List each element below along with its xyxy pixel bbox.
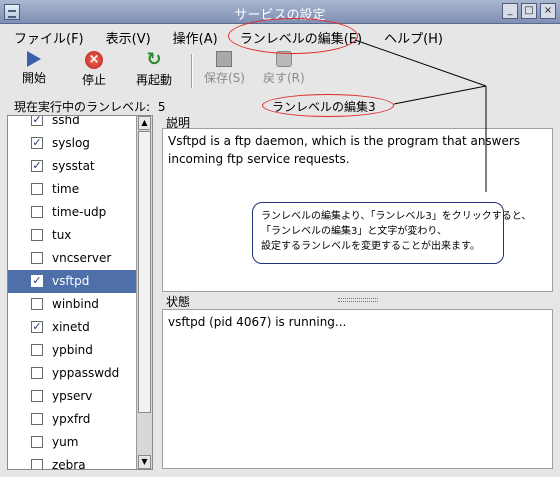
restart-icon: ↻	[146, 49, 162, 70]
service-checkbox[interactable]	[31, 252, 43, 264]
service-row[interactable]: tux	[8, 224, 136, 247]
service-name: time	[52, 182, 80, 196]
service-row[interactable]: time-udp	[8, 201, 136, 224]
service-checkbox[interactable]: ✓	[31, 321, 43, 333]
annotation-line-3: 設定するランレベルを変更することが出来ます。	[261, 241, 480, 252]
service-name: zebra	[52, 458, 86, 470]
annotation-oval-menu	[228, 18, 358, 54]
service-checkbox[interactable]: ✓	[31, 275, 43, 287]
maximize-button[interactable]: □	[521, 3, 537, 19]
service-checkbox[interactable]	[31, 298, 43, 310]
revert-label: 戻す(R)	[263, 71, 305, 85]
service-checkbox[interactable]: ✓	[31, 160, 43, 172]
service-name: sshd	[52, 115, 80, 127]
service-list-scrollbar[interactable]: ▲ ▼	[136, 116, 152, 469]
stop-icon: ×	[85, 51, 103, 69]
service-list: ✓ sshd ✓ syslog ✓ sysstat time time-udp tux vncse…	[7, 115, 153, 470]
service-checkbox[interactable]: ✓	[31, 137, 43, 149]
description-text: Vsftpd is a ftp daemon, which is the pro…	[168, 134, 521, 166]
stop-button[interactable]: × 停止	[82, 51, 106, 88]
scroll-down-icon[interactable]: ▼	[138, 455, 151, 469]
service-name: vncserver	[52, 251, 112, 265]
service-row[interactable]: zebra	[8, 454, 136, 470]
service-checkbox[interactable]	[31, 436, 43, 448]
minimize-button[interactable]: _	[502, 3, 518, 19]
service-name: ypxfrd	[52, 412, 91, 426]
service-name: vsftpd	[52, 274, 90, 288]
window-controls: _ □ ×	[502, 3, 556, 19]
service-row[interactable]: yppasswdd	[8, 362, 136, 385]
service-row[interactable]: ypserv	[8, 385, 136, 408]
state-label: 状態	[166, 295, 191, 309]
state-text: vsftpd (pid 4067) is running...	[168, 315, 347, 329]
service-row[interactable]: vncserver	[8, 247, 136, 270]
menu-file[interactable]: ファイル(F)	[0, 25, 92, 47]
start-button[interactable]: 開始	[22, 51, 46, 86]
service-checkbox[interactable]	[31, 206, 43, 218]
service-name: winbind	[52, 297, 99, 311]
pane-divider[interactable]	[338, 298, 378, 302]
service-row[interactable]: ✓ sysstat	[8, 155, 136, 178]
service-name: xinetd	[52, 320, 90, 334]
service-checkbox[interactable]	[31, 459, 43, 469]
menu-view[interactable]: 表示(V)	[92, 25, 159, 47]
service-row[interactable]: time	[8, 178, 136, 201]
service-row[interactable]: yum	[8, 431, 136, 454]
service-name: yppasswdd	[52, 366, 120, 380]
service-row[interactable]: ✓ vsftpd	[8, 270, 136, 293]
service-checkbox[interactable]	[31, 413, 43, 425]
service-row[interactable]: winbind	[8, 293, 136, 316]
service-row[interactable]: ✓ xinetd	[8, 316, 136, 339]
annotation-line-2: 「ランレベルの編集3」と文字が変わり、	[261, 226, 447, 237]
service-list-items: ✓ sshd ✓ syslog ✓ sysstat time time-udp tux vncse…	[8, 115, 136, 470]
toolbar-separator	[191, 54, 193, 88]
close-button[interactable]: ×	[540, 3, 556, 19]
menu-action[interactable]: 操作(A)	[159, 25, 226, 47]
service-name: syslog	[52, 136, 90, 150]
service-checkbox[interactable]	[31, 390, 43, 402]
service-name: ypserv	[52, 389, 93, 403]
service-name: time-udp	[52, 205, 107, 219]
save-icon	[216, 51, 233, 67]
revert-button[interactable]: 戻す(R)	[263, 51, 305, 86]
save-button[interactable]: 保存(S)	[204, 51, 245, 86]
service-checkbox[interactable]	[31, 367, 43, 379]
runlevel-status: 現在実行中のランレベル: 5	[14, 98, 166, 115]
service-row[interactable]: ✓ syslog	[8, 132, 136, 155]
service-row[interactable]: ypxfrd	[8, 408, 136, 431]
start-label: 開始	[22, 71, 47, 85]
service-checkbox[interactable]	[31, 229, 43, 241]
menu-help[interactable]: ヘルプ(H)	[370, 25, 451, 47]
service-row[interactable]: ✓ sshd	[8, 115, 136, 132]
toolbar: 開始 × 停止 ↻ 再起動 保存(S) 戻す(R)	[0, 48, 560, 96]
restart-label: 再起動	[136, 73, 173, 87]
scroll-thumb[interactable]	[138, 131, 151, 413]
service-checkbox[interactable]: ✓	[31, 116, 43, 126]
service-name: yum	[52, 435, 79, 449]
service-checkbox[interactable]	[31, 344, 43, 356]
runlevel-label: 現在実行中のランレベル:	[14, 100, 151, 114]
restart-button[interactable]: ↻ 再起動	[136, 51, 172, 88]
service-checkbox[interactable]	[31, 183, 43, 195]
scroll-up-icon[interactable]: ▲	[138, 116, 151, 130]
service-name: tux	[52, 228, 72, 242]
service-name: sysstat	[52, 159, 95, 173]
save-label: 保存(S)	[204, 71, 245, 85]
annotation-oval-status	[262, 94, 394, 117]
annotation-callout: ランレベルの編集より、「ランレベル3」をクリックすると、 「ランレベルの編集3」…	[252, 202, 532, 264]
stop-label: 停止	[82, 73, 107, 87]
runlevel-value: 5	[157, 100, 166, 114]
annotation-line-1: ランレベルの編集より、「ランレベル3」をクリックすると、	[261, 211, 532, 222]
service-name: ypbind	[52, 343, 93, 357]
play-icon	[27, 51, 41, 67]
service-row[interactable]: ypbind	[8, 339, 136, 362]
state-panel: vsftpd (pid 4067) is running...	[162, 309, 553, 469]
